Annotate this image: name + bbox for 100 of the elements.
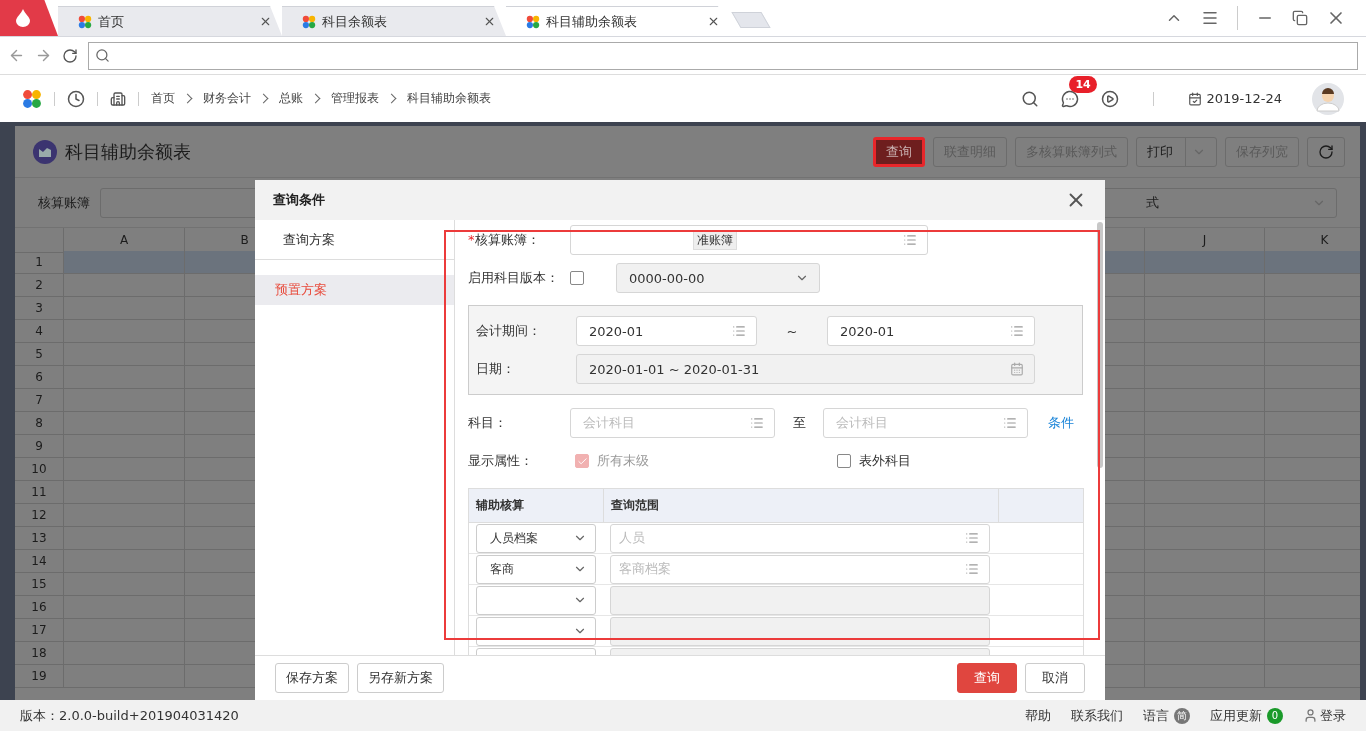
breadcrumb-item[interactable]: 财务会计: [203, 90, 251, 107]
address-field[interactable]: [88, 41, 1358, 70]
scope-field[interactable]: [610, 616, 990, 646]
login-link[interactable]: 登录: [1320, 706, 1346, 725]
field-label: 日期：: [476, 360, 516, 378]
checkbox-label: 表外科目: [859, 452, 911, 470]
ledger-field[interactable]: 准账簿: [570, 225, 928, 255]
report-icon: [33, 139, 57, 164]
aux-type-select[interactable]: [476, 616, 596, 646]
row-number: 9: [15, 435, 64, 458]
row-number: 10: [15, 458, 64, 481]
forward-icon[interactable]: [35, 47, 52, 64]
browser-tab[interactable]: 科目余额表: [282, 6, 506, 36]
row-number: 14: [15, 550, 64, 573]
row-number: 4: [15, 320, 64, 343]
reload-icon[interactable]: [62, 47, 78, 64]
field-label: 显示属性：: [468, 452, 534, 470]
version-text: 版本：2.0.0-build+201904031420: [20, 706, 239, 725]
checkbox-label: 所有末级: [597, 452, 649, 470]
row-number: 2: [15, 274, 64, 297]
browser-tab[interactable]: 首页: [58, 6, 282, 36]
field-label: 启用科目版本：: [468, 269, 560, 287]
back-icon[interactable]: [8, 47, 25, 64]
row-number: 8: [15, 412, 64, 435]
checkbox[interactable]: [570, 271, 584, 285]
list-icon[interactable]: [965, 562, 979, 576]
aux-type-select[interactable]: 人员档案: [476, 523, 596, 553]
list-icon[interactable]: [965, 531, 979, 545]
update-link[interactable]: 应用更新: [1210, 706, 1262, 725]
search-icon[interactable]: [1021, 89, 1040, 108]
row-number: 3: [15, 297, 64, 320]
calendar-icon[interactable]: [1010, 362, 1024, 376]
cancel-button[interactable]: 取消: [1025, 663, 1085, 693]
query-button[interactable]: 查询: [957, 663, 1017, 693]
play-icon[interactable]: [1101, 89, 1120, 108]
breadcrumb-item[interactable]: 管理报表: [331, 90, 379, 107]
logo-icon: [302, 14, 316, 29]
language-link[interactable]: 语言: [1143, 706, 1169, 725]
logo-icon: [22, 88, 42, 109]
close-icon[interactable]: [483, 15, 496, 28]
date-text: 2019-12-24: [1206, 91, 1282, 106]
row-number: 11: [15, 481, 64, 504]
close-icon[interactable]: [259, 15, 272, 28]
list-icon[interactable]: [1010, 324, 1024, 338]
breadcrumb-item[interactable]: 总账: [279, 90, 303, 107]
grid-cell[interactable]: [1265, 251, 1360, 274]
scrollbar[interactable]: [1097, 222, 1103, 468]
row-number: 19: [15, 665, 64, 688]
check-icon: [576, 455, 588, 467]
clock-icon[interactable]: [67, 89, 85, 108]
list-icon[interactable]: [903, 233, 917, 247]
checkbox[interactable]: [837, 454, 851, 468]
message-icon[interactable]: [1061, 89, 1080, 108]
range-separator: 至: [791, 414, 807, 432]
user-icon: [1303, 708, 1318, 723]
row-number: 5: [15, 343, 64, 366]
breadcrumb-item[interactable]: 首页: [151, 90, 175, 107]
menu-icon[interactable]: [1201, 9, 1219, 27]
period-from-field[interactable]: 2020-01: [576, 316, 757, 346]
query-button[interactable]: 查询: [873, 136, 925, 167]
list-icon[interactable]: [1003, 416, 1017, 430]
footer-link[interactable]: 帮助: [1025, 706, 1051, 725]
row-number: 13: [15, 527, 64, 550]
date-range-field[interactable]: 2020-01-01 ~ 2020-01-31: [576, 354, 1035, 384]
column-header: 辅助核算: [469, 489, 604, 522]
update-count-badge: 0: [1267, 707, 1283, 724]
nav-heading: 查询方案: [255, 220, 454, 260]
row-number: 12: [15, 504, 64, 527]
row-number: 16: [15, 596, 64, 619]
message-count-badge: 14: [1069, 75, 1097, 93]
row-number: 17: [15, 619, 64, 642]
period-to-field[interactable]: 2020-01: [827, 316, 1035, 346]
field-label: 科目：: [468, 414, 508, 432]
breadcrumb-item[interactable]: 科目辅助余额表: [407, 90, 491, 107]
close-icon[interactable]: [707, 15, 720, 28]
row-number: 6: [15, 366, 64, 389]
refresh-icon: [1318, 143, 1334, 160]
scheme-button[interactable]: 保存方案: [275, 663, 349, 693]
aux-type-select[interactable]: 客商: [476, 554, 596, 584]
building-icon[interactable]: [110, 90, 126, 107]
version-select[interactable]: 0000-00-00: [616, 263, 820, 293]
refresh-button[interactable]: [1307, 136, 1345, 167]
condition-link[interactable]: 条件: [1048, 414, 1074, 432]
search-icon: [95, 48, 110, 63]
footer-link[interactable]: 联系我们: [1071, 706, 1123, 725]
scheme-button[interactable]: 另存新方案: [357, 663, 444, 693]
restore-icon[interactable]: [1292, 10, 1308, 26]
drop-icon: [16, 8, 30, 27]
scope-field[interactable]: [610, 585, 990, 615]
avatar[interactable]: [1312, 82, 1344, 115]
field-label: *核算账簿：: [468, 231, 541, 249]
calendar-icon: [1188, 91, 1203, 106]
brand-tab[interactable]: [0, 0, 58, 36]
page-title: 科目辅助余额表: [65, 139, 191, 164]
print-button[interactable]: 打印: [1136, 136, 1217, 167]
list-icon[interactable]: [732, 324, 746, 338]
logo-icon: [78, 14, 92, 29]
list-icon[interactable]: [750, 416, 764, 430]
row-number: 7: [15, 389, 64, 412]
field-label: 会计期间：: [476, 322, 542, 340]
